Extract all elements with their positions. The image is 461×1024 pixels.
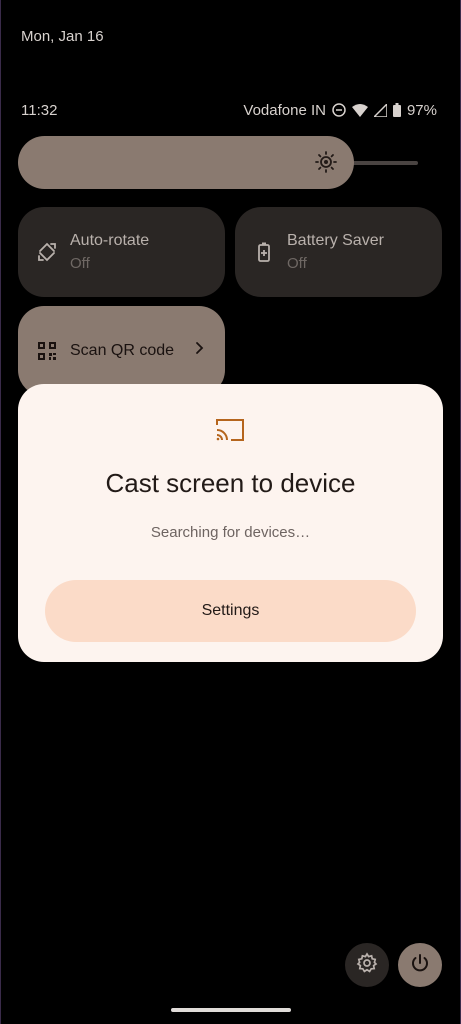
home-indicator[interactable] [171,1008,291,1012]
tile-scan-qr[interactable]: Scan QR code [18,306,225,396]
qr-code-icon [36,340,58,362]
frame-edge-left [0,0,1,1024]
tile-label: Scan QR code [70,342,175,359]
status-time: 11:32 [21,101,58,119]
tile-label: Battery Saver [287,232,384,249]
settings-icon [356,951,378,979]
dialog-title: Cast screen to device [105,468,356,498]
tile-label: Auto-rotate [70,232,150,249]
brightness-slider[interactable] [18,136,418,189]
wifi-icon [351,103,368,117]
status-bar: 11:32 Vodafone IN 97% [21,100,437,120]
status-right: Vodafone IN 97% [243,102,437,119]
brightness-icon [314,150,338,174]
battery-icon [392,103,401,117]
signal-icon [373,103,387,117]
tile-battery-saver[interactable]: Battery Saver Off [235,207,442,297]
auto-rotate-icon [36,241,58,263]
tile-state: Off [70,255,90,272]
dialog-subtitle: Searching for devices… [150,524,311,541]
carrier-label: Vodafone IN [243,101,326,119]
tile-auto-rotate[interactable]: Auto-rotate Off [18,207,225,297]
date-label: Mon, Jan 16 [21,28,104,45]
chevron-right-icon [195,341,205,360]
brightness-fill [18,136,354,189]
power-icon [409,952,431,979]
battery-percent: 97% [406,101,437,119]
power-fab[interactable] [398,943,442,987]
cast-dialog: Cast screen to device Searching for devi… [18,384,443,662]
settings-button[interactable]: Settings [45,580,416,642]
tile-state: Off [287,255,307,272]
dnd-icon [332,103,346,117]
battery-saver-icon [253,241,275,263]
cast-icon [214,417,246,443]
settings-fab[interactable] [345,943,389,987]
